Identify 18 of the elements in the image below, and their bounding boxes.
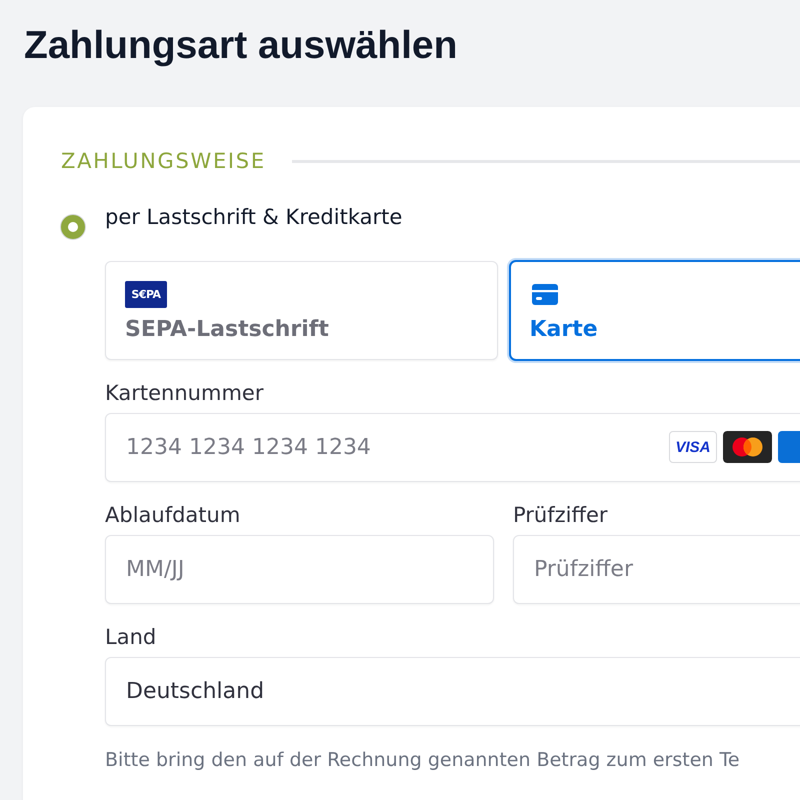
- page-title: Zahlungsart auswählen: [24, 23, 458, 69]
- section-heading: ZAHLUNGSWEISE: [61, 149, 266, 173]
- field-label: Ablaufdatum: [105, 502, 240, 529]
- radio-button[interactable]: [61, 215, 85, 239]
- payment-method-tab[interactable]: Karte: [510, 261, 800, 360]
- option-label: per Lastschrift & Kreditkarte: [105, 204, 402, 231]
- visa-logo: VISA: [669, 431, 717, 463]
- security-code-field[interactable]: Prüfziffer: [513, 535, 800, 604]
- credit-card-icon: [532, 284, 558, 305]
- field-label: Prüfziffer: [513, 502, 608, 529]
- overlapping-circles-icon: [723, 431, 772, 463]
- expiry-field[interactable]: MM/JJ: [105, 535, 494, 604]
- field-label: Land: [105, 624, 156, 651]
- helper-text: Bitte bring den auf der Rechnung genannten Betrag zum ersten Te: [105, 748, 740, 773]
- sepa-logo: S€PA: [125, 281, 167, 308]
- payment-method-tab[interactable]: S€PA SEPA-Lastschrift: [105, 261, 498, 360]
- country-select[interactable]: Deutschland: [105, 657, 800, 726]
- field-label: Kartennummer: [105, 380, 264, 407]
